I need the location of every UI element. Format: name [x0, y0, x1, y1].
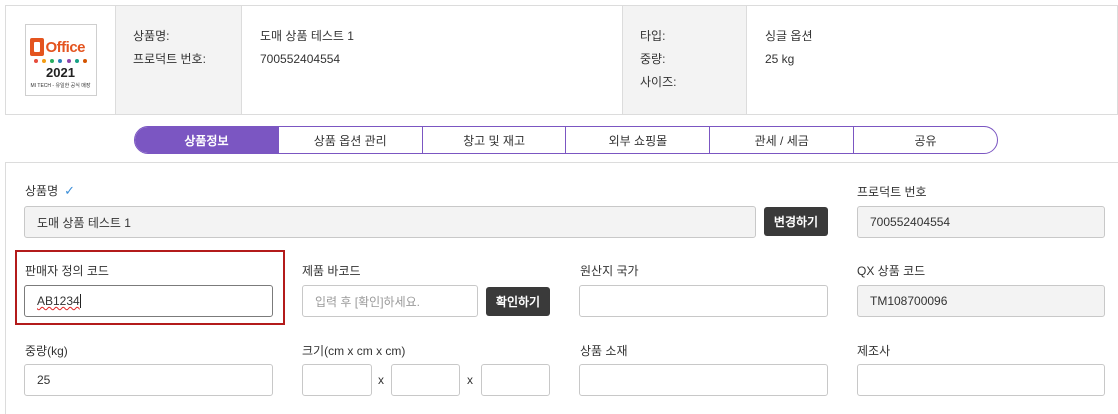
weight-value: 25 [37, 373, 51, 387]
size-label: 크기(cm x cm x cm) [302, 344, 406, 358]
color-dot [83, 59, 88, 63]
size-height-input[interactable] [481, 364, 550, 396]
product-thumbnail-cell: Office 2021 MI TECH - 유일한 공식 매장 [6, 6, 116, 114]
check-icon: ✓ [64, 183, 76, 198]
barcode-input[interactable]: 입력 후 [확인]하세요. [302, 285, 478, 317]
change-name-button[interactable]: 변경하기 [764, 207, 828, 236]
product-name-value: 도매 상품 테스트 1 [37, 215, 131, 230]
origin-country-input[interactable] [579, 285, 828, 317]
weight-input[interactable]: 25 [24, 364, 273, 396]
summary-label-product-name: 상품명: [133, 29, 170, 43]
thumbnail-year: 2021 [46, 65, 75, 80]
office-logo-icon [29, 38, 44, 56]
product-number-value: 700552404554 [870, 215, 951, 229]
color-dot [66, 59, 71, 63]
size-separator: x [378, 373, 384, 387]
product-thumbnail[interactable]: Office 2021 MI TECH - 유일한 공식 매장 [24, 24, 97, 96]
summary-value-weight: 25 kg [765, 52, 795, 66]
weight-label: 중량(kg) [25, 344, 68, 358]
material-input[interactable] [579, 364, 828, 396]
thumbnail-brand: Office [45, 39, 86, 56]
summary-values-left: 도매 상품 테스트 1 700552404554 [242, 6, 623, 114]
seller-code-input[interactable]: AB1234 [24, 285, 273, 317]
summary-value-product-number: 700552404554 [260, 52, 341, 66]
color-dot [58, 59, 63, 63]
tab-external-mall[interactable]: 외부 쇼핑몰 [566, 127, 711, 153]
summary-label-type: 타입: [640, 29, 666, 43]
manufacturer-input[interactable] [857, 364, 1105, 396]
product-name-label: 상품명 ✓ [25, 182, 75, 199]
summary-labels-right: 타입: 중량: 사이즈: [623, 6, 747, 114]
summary-values-right: 싱글 옵션 25 kg [747, 6, 1117, 114]
product-name-label-text: 상품명 [25, 184, 59, 198]
product-number-input[interactable]: 700552404554 [857, 206, 1105, 238]
color-dot [41, 59, 46, 63]
tab-share[interactable]: 공유 [854, 127, 997, 153]
tab-warehouse-stock[interactable]: 창고 및 재고 [423, 127, 567, 153]
barcode-placeholder: 입력 후 [확인]하세요. [315, 294, 420, 309]
summary-value-product-name: 도매 상품 테스트 1 [260, 29, 354, 43]
qx-code-value: TM108700096 [870, 294, 948, 308]
color-dot [75, 59, 80, 63]
tab-product-options[interactable]: 상품 옵션 관리 [279, 127, 423, 153]
size-width-input[interactable] [391, 364, 460, 396]
manufacturer-label: 제조사 [857, 344, 891, 358]
product-summary-card: Office 2021 MI TECH - 유일한 공식 매장 상품명: 프로덕… [5, 5, 1118, 115]
qx-code-input[interactable]: TM108700096 [857, 285, 1105, 317]
summary-labels-left: 상품명: 프로덕트 번호: [116, 6, 242, 114]
tab-product-info[interactable]: 상품정보 [135, 127, 279, 153]
product-name-input[interactable]: 도매 상품 테스트 1 [24, 206, 756, 238]
thumbnail-color-dots [33, 59, 88, 63]
seller-code-value: AB1234 [37, 294, 80, 308]
product-number-label: 프로덕트 번호 [857, 185, 927, 199]
material-label: 상품 소재 [580, 344, 628, 358]
color-dot [33, 59, 38, 63]
summary-label-product-number: 프로덕트 번호: [133, 52, 206, 66]
size-separator: x [467, 373, 473, 387]
summary-value-size [765, 75, 1117, 98]
product-tabs: 상품정보 상품 옵션 관리 창고 및 재고 외부 쇼핑몰 관세 / 세금 공유 [134, 126, 998, 154]
thumbnail-caption: MI TECH - 유일한 공식 매장 [30, 83, 91, 89]
summary-label-size: 사이즈: [640, 75, 677, 89]
text-caret [79, 294, 81, 308]
summary-value-type: 싱글 옵션 [765, 29, 813, 43]
seller-code-label: 판매자 정의 코드 [25, 264, 109, 278]
summary-label-weight: 중량: [640, 52, 666, 66]
color-dot [50, 59, 55, 63]
verify-barcode-button[interactable]: 확인하기 [486, 287, 550, 316]
qx-code-label: QX 상품 코드 [857, 264, 926, 278]
barcode-label: 제품 바코드 [302, 264, 361, 278]
origin-country-label: 원산지 국가 [580, 264, 639, 278]
size-length-input[interactable] [302, 364, 372, 396]
tab-customs-tax[interactable]: 관세 / 세금 [710, 127, 855, 153]
